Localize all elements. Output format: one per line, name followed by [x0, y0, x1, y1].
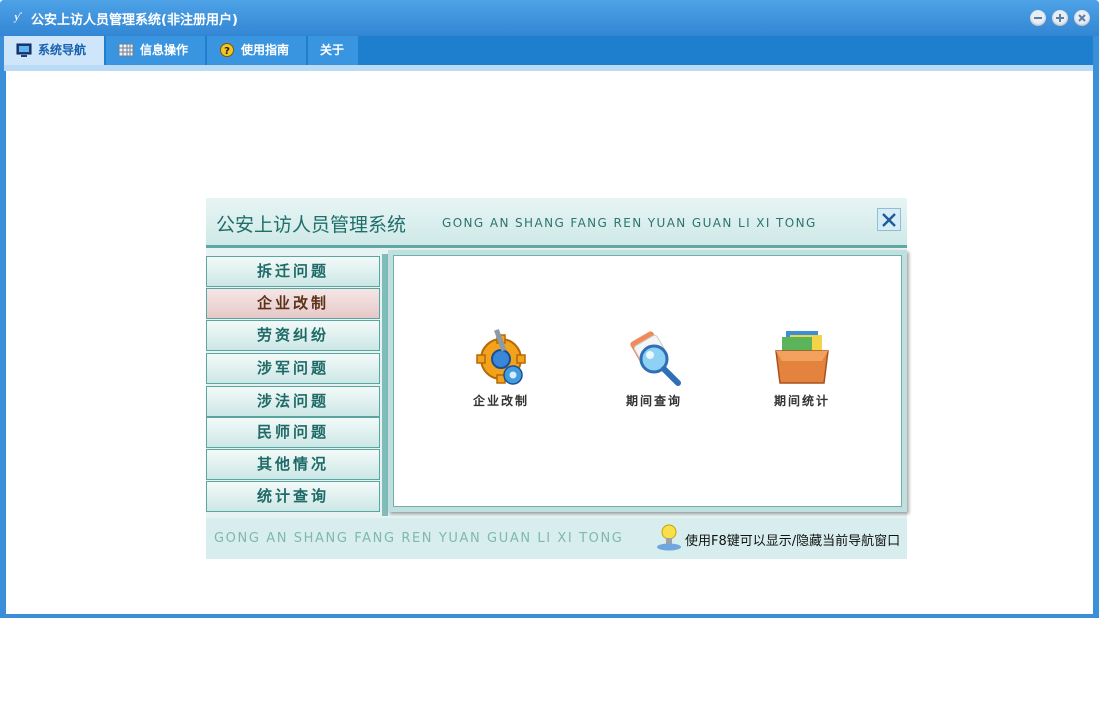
grid-icon — [118, 43, 134, 57]
nav-footer: GONG AN SHANG FANG REN YUAN GUAN LI XI T… — [206, 518, 907, 559]
nav-header: 公安上访人员管理系统 GONG AN SHANG FANG REN YUAN G… — [206, 198, 907, 248]
navigation-window: 公安上访人员管理系统 GONG AN SHANG FANG REN YUAN G… — [206, 198, 907, 559]
window-title: 公安上访人员管理系统(非注册用户) — [31, 13, 238, 28]
menu-item-statistics[interactable]: 统计查询 — [206, 481, 380, 512]
menu-item-teachers[interactable]: 民师问题 — [206, 417, 380, 448]
lightbulb-icon — [655, 523, 683, 551]
title-bar[interactable]: ƴ 公安上访人员管理系统(非注册用户) — [0, 0, 1099, 36]
close-button[interactable] — [1074, 10, 1090, 26]
menu-item-military[interactable]: 涉军问题 — [206, 353, 380, 384]
tab-label: 关于 — [320, 43, 345, 57]
minus-icon — [1034, 17, 1042, 19]
plus-icon — [1056, 14, 1064, 22]
nav-close-button[interactable] — [877, 208, 901, 231]
menu-item-labor-disputes[interactable]: 劳资纠纷 — [206, 320, 380, 351]
menu-item-enterprise-reform[interactable]: 企业改制 — [206, 288, 380, 319]
func-label: 企业改制 — [472, 394, 529, 408]
tab-info-ops[interactable]: 信息操作 — [106, 36, 205, 65]
tab-user-guide[interactable]: ? 使用指南 — [207, 36, 306, 65]
menu-item-legal[interactable]: 涉法问题 — [206, 386, 380, 417]
tab-label: 系统导航 — [38, 43, 87, 57]
func-label: 期间查询 — [625, 394, 682, 408]
app-logo-icon: ƴ — [14, 12, 20, 23]
tab-label: 使用指南 — [241, 43, 290, 57]
func-label: 期间统计 — [773, 394, 830, 408]
f8-hint-text: 使用F8键可以显示/隐藏当前导航窗口 — [685, 534, 901, 549]
tab-system-nav[interactable]: 系统导航 — [4, 36, 104, 65]
svg-text:?: ? — [224, 46, 230, 57]
help-icon: ? — [220, 43, 234, 57]
close-icon — [1078, 14, 1086, 22]
footer-pinyin: GONG AN SHANG FANG REN YUAN GUAN LI XI T… — [214, 531, 624, 546]
close-icon — [882, 213, 896, 227]
minimize-button[interactable] — [1030, 10, 1046, 26]
nav-pinyin-title: GONG AN SHANG FANG REN YUAN GUAN LI XI T… — [442, 216, 817, 230]
magnifier-icon — [624, 327, 684, 389]
tab-bar: 系统导航 信息操作 ? 使用指南 关于 — [4, 36, 1093, 65]
monitor-icon — [16, 43, 32, 57]
menu-item-demolition[interactable]: 拆迁问题 — [206, 256, 380, 287]
tab-label: 信息操作 — [140, 43, 189, 57]
folder-box-icon — [772, 327, 832, 389]
func-enterprise-reform[interactable]: 企业改制 — [451, 327, 551, 409]
nav-title: 公安上访人员管理系统 — [216, 214, 407, 236]
gear-icon — [471, 327, 531, 389]
function-panel: 企业改制 期间查询 期间统计 — [388, 250, 907, 512]
func-period-statistics[interactable]: 期间统计 — [752, 327, 852, 409]
tab-about[interactable]: 关于 — [308, 36, 358, 65]
maximize-button[interactable] — [1052, 10, 1068, 26]
menu-item-other[interactable]: 其他情况 — [206, 449, 380, 480]
func-period-query[interactable]: 期间查询 — [604, 327, 704, 409]
